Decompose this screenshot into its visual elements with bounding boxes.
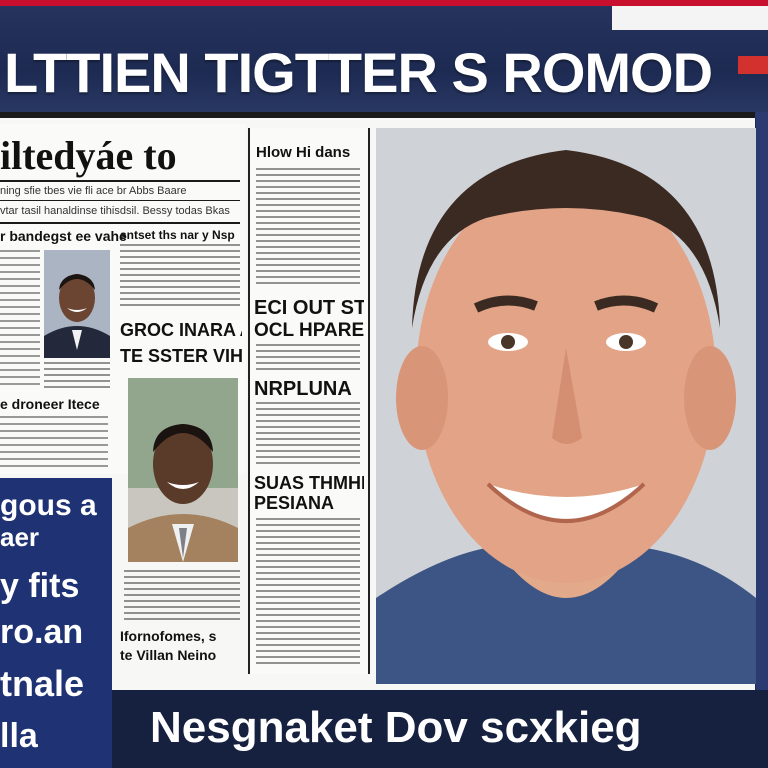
narrow-text-block-4 [256,518,360,668]
narrow-text-block-3 [256,402,360,466]
top-right-red-accent [738,56,768,74]
newspaper-masthead: iltedyáe to [0,133,177,178]
side-panel-line-5: tnale [0,663,85,704]
left-secondary-headline: e droneer Itece [0,396,100,412]
right-edge-strip [756,112,768,692]
left-subline-1: ning sfie tbes vie fli ace br Abbs Baare [0,185,187,197]
mid-headline-5: te Villan Neino [120,647,217,663]
side-panel-line-3: y fits [0,567,80,605]
narrow-headline-4: SUAS THMHE [254,473,364,493]
narrow-column-title: Hlow Hi dans [256,144,351,161]
mid-text-block-2 [124,570,240,622]
left-caption-block [44,362,110,388]
left-subline-2: vtar tasil hanaldinse tihisdsil. Bessy t… [0,205,230,217]
top-white-tab [612,6,768,30]
mid-headline-2: GROC INARA A [120,320,242,340]
banner-headline: LTTIEN TIGTTER S ROMOD [4,41,713,104]
side-panel-line-4: ro.an [0,613,84,651]
side-panel-line-2: aer [0,522,40,552]
narrow-text-block-1 [256,168,360,288]
masthead-rule [0,180,240,182]
small-portrait-photo [44,250,110,358]
mid-headline-4: Ifornofomes, s [120,628,217,644]
newspaper-top-rule [0,112,755,118]
narrow-headline-1: ECI OUT ST [254,297,364,319]
narrow-headline-5: PESIANA [254,493,335,513]
mid-text-block-1 [120,244,240,308]
side-panel-line-6: lla [0,717,38,755]
narrow-headline-2: OCL HPARES [254,320,364,341]
mid-headline-3: TE SSTER VIH [120,346,242,366]
side-panel-line-1: gous a [0,489,97,522]
narrow-headline-3: NRPLUNA [254,378,352,400]
bottom-caption-text: Nesgnaket Dov scxkieg [150,703,642,752]
medium-portrait-photo [128,378,238,562]
left-text-block-2 [0,416,108,468]
mid-headline-1: sntset ths nar y Nsp [120,228,235,242]
subline-rule [0,200,240,201]
left-text-block-1 [0,250,40,388]
narrow-text-block-2 [256,344,360,374]
large-portrait-photo [376,128,756,684]
section-rule [0,222,240,224]
